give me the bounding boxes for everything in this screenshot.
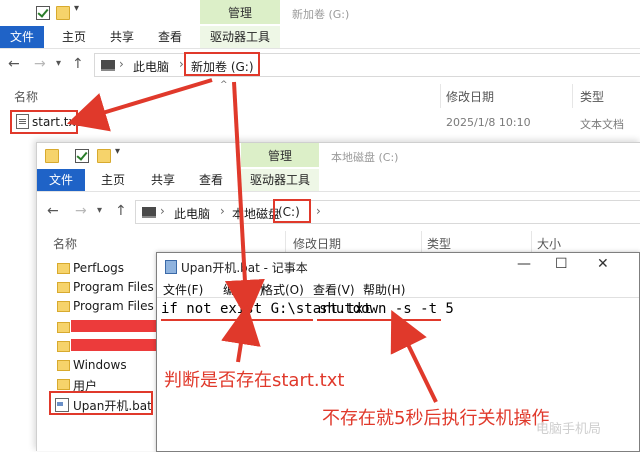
arrow-to-start-txt	[66, 78, 213, 132]
arrow-shutdown-label	[390, 310, 438, 403]
arrow-to-address-g	[224, 81, 265, 320]
annotation-check-file: 判断是否存在start.txt	[164, 370, 345, 391]
arrow-condition-label	[221, 304, 261, 363]
watermark: 电脑手机局	[536, 422, 602, 437]
annotation-shutdown: 不存在就5秒后执行关机操作	[322, 408, 550, 429]
